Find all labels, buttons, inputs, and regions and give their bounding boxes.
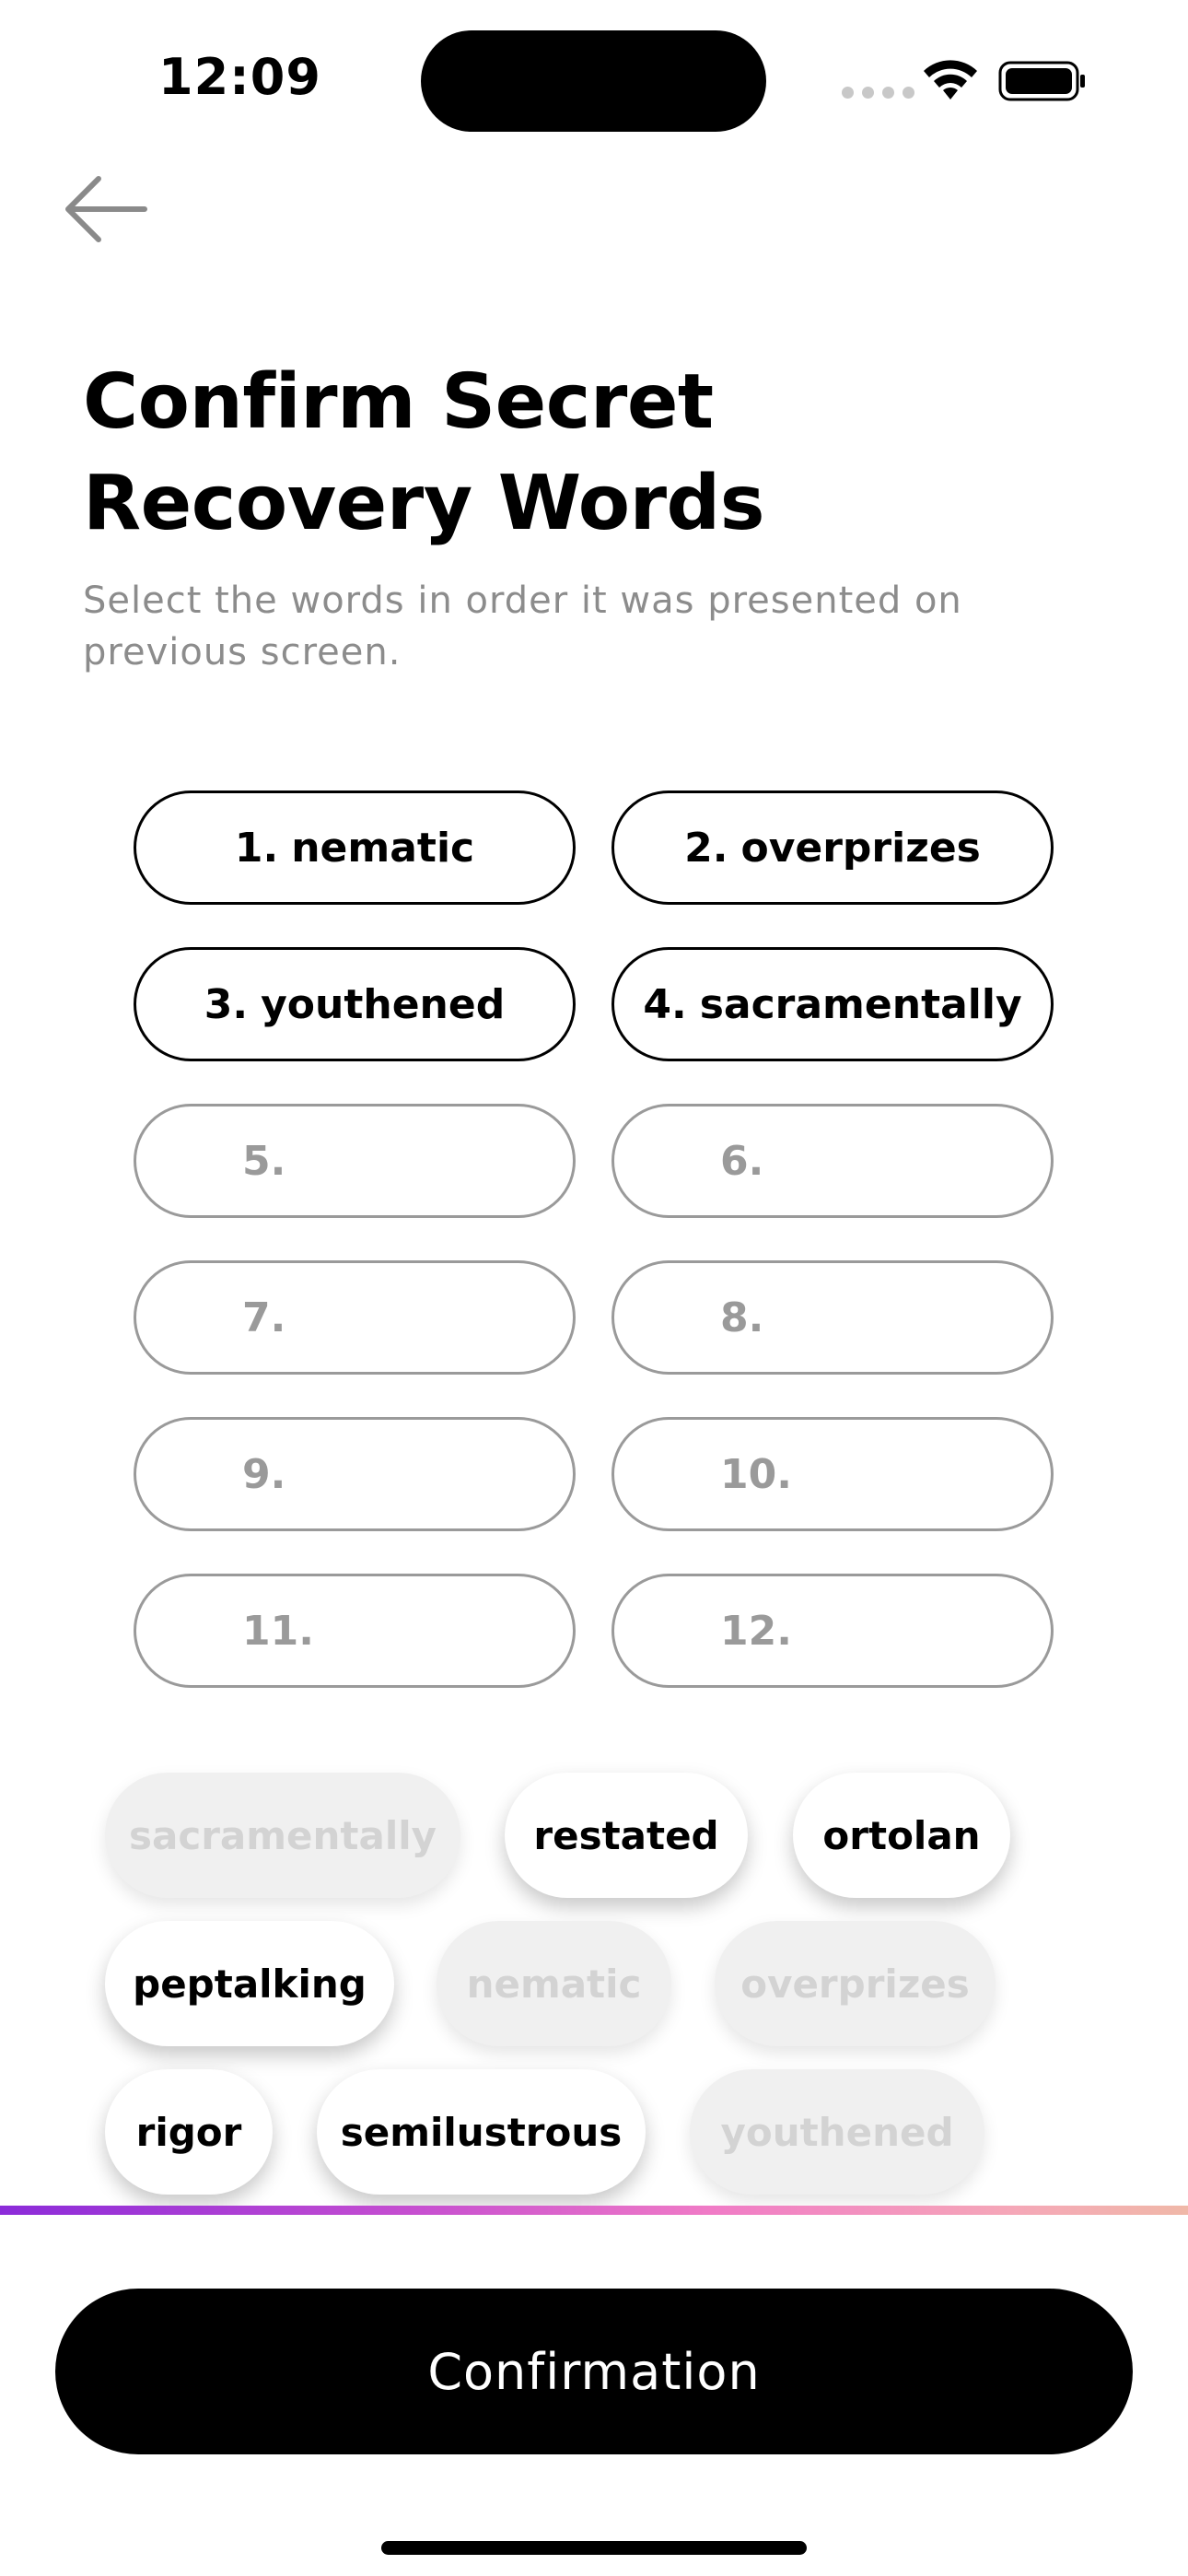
confirmation-button[interactable]: Confirmation bbox=[55, 2289, 1133, 2454]
word-slots-grid: 1. nematic 2. overprizes 3. youthened 4. sac… bbox=[134, 790, 1054, 1688]
word-slot-7[interactable]: 7. bbox=[134, 1260, 576, 1375]
word-slot-10[interactable]: 10. bbox=[611, 1417, 1054, 1531]
word-chip[interactable]: overprizes bbox=[715, 1921, 996, 2046]
word-chip[interactable]: peptalking bbox=[105, 1921, 394, 2046]
back-button[interactable] bbox=[57, 168, 158, 251]
word-slot-1[interactable]: 1. nematic bbox=[134, 790, 576, 905]
word-slot-12[interactable]: 12. bbox=[611, 1574, 1054, 1688]
dynamic-island bbox=[421, 30, 766, 132]
word-slot-11[interactable]: 11. bbox=[134, 1574, 576, 1688]
word-slot-4[interactable]: 4. sacramentally bbox=[611, 947, 1054, 1061]
status-time: 12:09 bbox=[158, 48, 321, 106]
arrow-left-icon bbox=[65, 176, 147, 242]
word-chip[interactable]: ortolan bbox=[793, 1773, 1010, 1898]
word-slot-2[interactable]: 2. overprizes bbox=[611, 790, 1054, 905]
wifi-icon bbox=[924, 60, 977, 100]
home-indicator bbox=[381, 2541, 807, 2555]
word-slot-3[interactable]: 3. youthened bbox=[134, 947, 576, 1061]
page-subtitle: Select the words in order it was present… bbox=[83, 580, 962, 673]
word-slot-6[interactable]: 6. bbox=[611, 1104, 1054, 1218]
word-slot-8[interactable]: 8. bbox=[611, 1260, 1054, 1375]
word-chip[interactable]: nematic bbox=[437, 1921, 671, 2046]
cellular-signal-icon bbox=[842, 87, 914, 99]
word-chip[interactable]: rigor bbox=[105, 2069, 273, 2195]
gradient-divider bbox=[0, 2206, 1188, 2215]
battery-icon bbox=[998, 61, 1085, 101]
word-chip[interactable]: youthened bbox=[690, 2069, 984, 2195]
word-chip[interactable]: sacramentally bbox=[105, 1773, 460, 1898]
word-slot-5[interactable]: 5. bbox=[134, 1104, 576, 1218]
page-title-line-1: Confirm Secret bbox=[83, 358, 714, 446]
word-chip[interactable]: restated bbox=[505, 1773, 748, 1898]
page-title-line-2: Recovery Words bbox=[83, 460, 765, 547]
word-slot-9[interactable]: 9. bbox=[134, 1417, 576, 1531]
page-title: Confirm Secret Recovery Words bbox=[83, 352, 1004, 555]
word-chip[interactable]: semilustrous bbox=[317, 2069, 646, 2195]
